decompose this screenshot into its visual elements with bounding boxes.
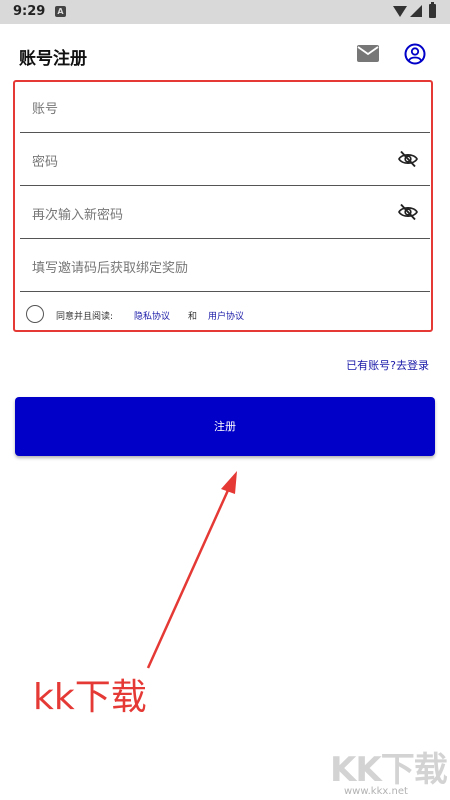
register-button[interactable]: 注册 (15, 397, 435, 456)
status-bar: 9:29 A (0, 0, 450, 24)
annotation-text: kk下载 (33, 677, 147, 718)
mail-icon[interactable] (357, 45, 379, 62)
watermark-logo: KK下载 (330, 750, 448, 790)
signal-icon (410, 5, 422, 17)
watermark-url: www.kkx.net (344, 786, 408, 797)
wifi-icon (393, 6, 407, 17)
page-title: 账号注册 (19, 49, 87, 69)
notification-icon: A (55, 6, 66, 17)
status-time: 9:29 (13, 4, 46, 19)
highlight-frame (13, 80, 433, 332)
account-circle-icon[interactable] (404, 43, 426, 65)
battery-icon (429, 2, 436, 18)
login-link[interactable]: 已有账号?去登录 (346, 357, 429, 373)
